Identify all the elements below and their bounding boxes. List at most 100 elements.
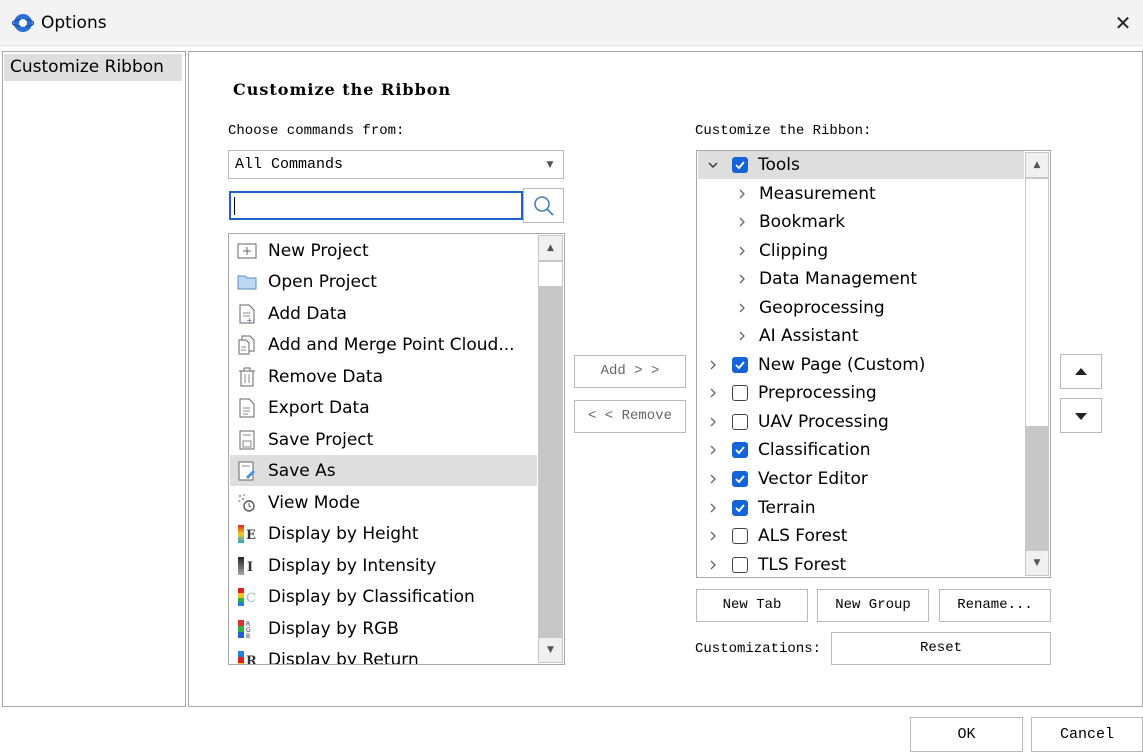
chevron-right-icon[interactable] xyxy=(735,244,749,258)
chevron-right-icon[interactable] xyxy=(735,301,749,315)
tree-item-label: Vector Editor xyxy=(758,469,868,489)
command-label: Display by Return xyxy=(268,649,419,665)
triangle-down-icon xyxy=(1075,413,1087,420)
command-item-display-classification[interactable]: C Display by Classification xyxy=(230,581,537,612)
search-icon xyxy=(534,196,554,216)
close-icon[interactable]: ✕ xyxy=(1112,12,1134,34)
section-title: Customize the Ribbon xyxy=(233,80,452,99)
tree-item-als-forest[interactable]: ALS Forest xyxy=(698,522,1024,550)
tree-checkbox[interactable] xyxy=(732,557,748,573)
chevron-right-icon[interactable] xyxy=(706,443,720,457)
command-item-save-as[interactable]: Save As xyxy=(230,455,537,486)
tree-item-uav-processing[interactable]: UAV Processing xyxy=(698,408,1024,436)
folder-icon xyxy=(236,271,258,293)
tree-checkbox[interactable] xyxy=(732,500,748,516)
tree-item-bookmark[interactable]: Bookmark xyxy=(698,208,1024,236)
add-button[interactable]: Add > > xyxy=(574,355,686,388)
command-item-display-rgb[interactable]: RGB Display by RGB xyxy=(230,613,537,644)
move-up-button[interactable] xyxy=(1060,354,1102,389)
tree-item-ai-assistant[interactable]: AI Assistant xyxy=(698,322,1024,350)
tree-item-vector-editor[interactable]: Vector Editor xyxy=(698,465,1024,493)
tree-item-label: AI Assistant xyxy=(759,326,859,346)
chevron-right-icon[interactable] xyxy=(706,472,720,486)
command-item-add-merge-point-cloud[interactable]: Add and Merge Point Cloud... xyxy=(230,329,537,360)
chevron-right-icon[interactable] xyxy=(735,329,749,343)
svg-text:E: E xyxy=(246,528,256,543)
rename-button[interactable]: Rename... xyxy=(939,589,1051,622)
chevron-down-icon[interactable] xyxy=(706,158,720,172)
tree-item-tls-forest[interactable]: TLS Forest xyxy=(698,551,1024,577)
nav-item-customize-ribbon[interactable]: Customize Ribbon xyxy=(4,54,182,81)
command-item-remove-data[interactable]: Remove Data xyxy=(230,361,537,392)
tree-item-tools[interactable]: Tools xyxy=(698,151,1024,179)
tree-item-label: Geoprocessing xyxy=(759,298,885,318)
display-rgb-icon: RGB xyxy=(236,618,258,640)
scroll-down-arrow-icon[interactable]: ▼ xyxy=(538,637,563,663)
ok-button[interactable]: OK xyxy=(910,717,1023,752)
scroll-down-arrow-icon[interactable]: ▼ xyxy=(1025,550,1049,576)
chevron-right-icon[interactable] xyxy=(735,187,749,201)
tree-item-data-management[interactable]: Data Management xyxy=(698,265,1024,293)
customize-ribbon-label: Customize the Ribbon: xyxy=(695,123,872,139)
tree-item-terrain[interactable]: Terrain xyxy=(698,494,1024,522)
command-item-add-data[interactable]: + Add Data xyxy=(230,298,537,329)
tree-item-preprocessing[interactable]: Preprocessing xyxy=(698,379,1024,407)
tree-item-label: Terrain xyxy=(758,498,816,518)
tree-item-classification[interactable]: Classification xyxy=(698,436,1024,464)
commands-source-select[interactable]: All Commands xyxy=(228,150,564,179)
commands-scrollbar[interactable] xyxy=(538,235,563,663)
command-item-display-intensity[interactable]: I Display by Intensity xyxy=(230,550,537,581)
command-item-save-project[interactable]: Save Project xyxy=(230,424,537,455)
ribbon-tree[interactable]: Tools Measurement Bookmark Clipping Data… xyxy=(696,150,1051,578)
remove-button[interactable]: < < Remove xyxy=(574,400,686,433)
app-logo-icon xyxy=(11,12,35,34)
command-item-open-project[interactable]: Open Project xyxy=(230,266,537,297)
chevron-right-icon[interactable] xyxy=(735,215,749,229)
chevron-right-icon[interactable] xyxy=(735,272,749,286)
chevron-right-icon[interactable] xyxy=(706,529,720,543)
svg-text:+: + xyxy=(246,316,253,324)
trash-icon xyxy=(236,366,258,388)
move-down-button[interactable] xyxy=(1060,398,1102,433)
tree-item-clipping[interactable]: Clipping xyxy=(698,237,1024,265)
chevron-right-icon[interactable] xyxy=(706,501,720,515)
svg-text:R: R xyxy=(246,654,257,666)
chevron-right-icon[interactable] xyxy=(706,358,720,372)
tree-item-label: TLS Forest xyxy=(758,555,847,575)
tree-item-measurement[interactable]: Measurement xyxy=(698,180,1024,208)
scroll-up-arrow-icon[interactable]: ▲ xyxy=(538,235,563,261)
scroll-up-arrow-icon[interactable]: ▲ xyxy=(1025,152,1049,178)
command-label: Remove Data xyxy=(268,366,383,387)
command-item-view-mode[interactable]: View Mode xyxy=(230,487,537,518)
tree-checkbox[interactable] xyxy=(732,471,748,487)
scrollbar-thumb[interactable] xyxy=(1025,178,1049,427)
chevron-right-icon[interactable] xyxy=(706,415,720,429)
commands-list[interactable]: New Project Open Project + Add Data Add … xyxy=(228,233,565,665)
command-item-display-return[interactable]: R Display by Return xyxy=(230,644,537,666)
cancel-button[interactable]: Cancel xyxy=(1031,717,1143,752)
merge-point-cloud-icon xyxy=(236,334,258,356)
reset-button[interactable]: Reset xyxy=(831,632,1051,665)
tree-checkbox[interactable] xyxy=(732,157,748,173)
tree-checkbox[interactable] xyxy=(732,357,748,373)
tree-checkbox[interactable] xyxy=(732,528,748,544)
tree-checkbox[interactable] xyxy=(732,385,748,401)
new-group-button[interactable]: New Group xyxy=(817,589,929,622)
command-search-input[interactable] xyxy=(229,191,523,220)
tree-checkbox[interactable] xyxy=(732,442,748,458)
scrollbar-thumb[interactable] xyxy=(538,261,563,287)
chevron-right-icon[interactable] xyxy=(706,386,720,400)
chevron-right-icon[interactable] xyxy=(706,558,720,572)
command-label: New Project xyxy=(268,240,369,261)
search-button[interactable] xyxy=(523,188,564,223)
add-data-icon: + xyxy=(236,303,258,325)
command-label: Display by Height xyxy=(268,523,419,544)
command-item-new-project[interactable]: New Project xyxy=(230,235,537,266)
display-classification-icon: C xyxy=(236,586,258,608)
new-tab-button[interactable]: New Tab xyxy=(696,589,808,622)
command-item-display-height[interactable]: E Display by Height xyxy=(230,518,537,549)
tree-checkbox[interactable] xyxy=(732,414,748,430)
tree-item-geoprocessing[interactable]: Geoprocessing xyxy=(698,294,1024,322)
tree-item-new-page-custom[interactable]: New Page (Custom) xyxy=(698,351,1024,379)
command-item-export-data[interactable]: Export Data xyxy=(230,392,537,423)
